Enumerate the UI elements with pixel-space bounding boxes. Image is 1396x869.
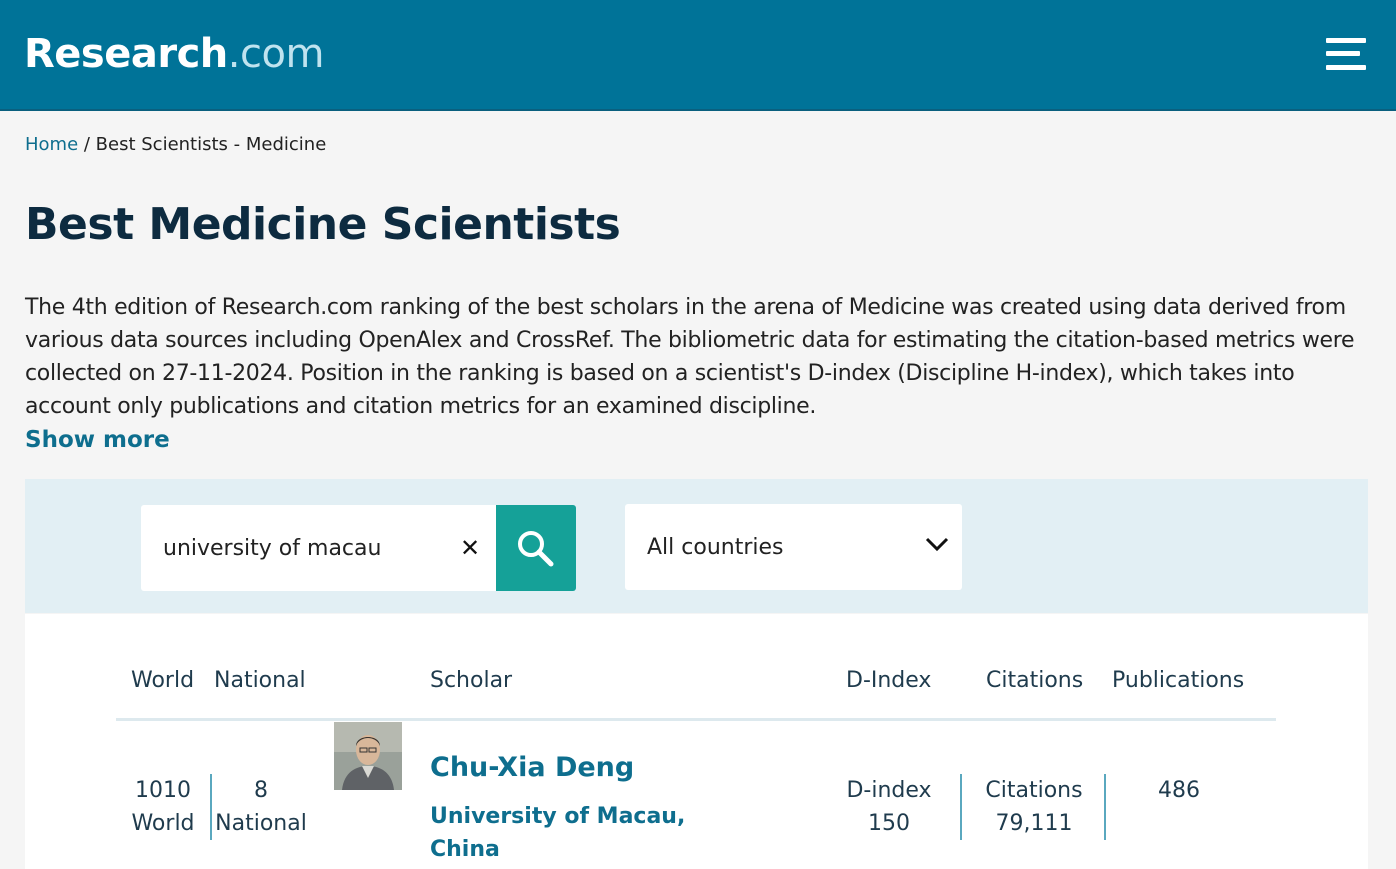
page-title: Best Medicine Scientists — [25, 199, 621, 250]
citations-value: 79,111 — [995, 811, 1073, 836]
search-box: ✕ — [141, 505, 497, 591]
header-divider — [116, 718, 1276, 721]
top-header: Research.com — [0, 0, 1396, 111]
col-header-world[interactable]: World — [131, 666, 194, 696]
breadcrumb-home-link[interactable]: Home — [25, 134, 78, 155]
column-divider — [960, 774, 962, 840]
menu-bar — [1326, 38, 1366, 43]
breadcrumb: Home / Best Scientists - Medicine — [25, 133, 326, 157]
menu-bar — [1326, 51, 1360, 56]
dindex-label: D-index — [846, 778, 932, 803]
col-header-scholar: Scholar — [430, 668, 513, 693]
filter-panel: ✕ All countries — [25, 479, 1368, 613]
national-rank-cell: 8 National — [213, 774, 309, 840]
col-header-publications[interactable]: Publications — [1112, 666, 1244, 696]
scholar-photo — [334, 722, 402, 790]
breadcrumb-current: Best Scientists - Medicine — [95, 134, 327, 155]
publications-cell: 486 — [1119, 774, 1239, 807]
scholar-affiliation: University of Macau, China — [430, 804, 686, 862]
results-table: World National Scholar D-Index Citations… — [25, 614, 1368, 869]
logo-domain-text: .com — [227, 31, 325, 77]
column-divider — [1104, 774, 1106, 840]
publications-value: 486 — [1158, 778, 1200, 803]
world-rank-label: World — [131, 811, 195, 836]
logo-main-text: Research — [24, 31, 228, 77]
breadcrumb-separator: / — [78, 134, 96, 155]
site-logo[interactable]: Research.com — [24, 30, 324, 78]
country-select[interactable]: All countries — [625, 504, 962, 590]
magnifier-icon — [518, 531, 554, 567]
col-header-citations[interactable]: Citations — [986, 666, 1083, 696]
menu-bar — [1326, 65, 1366, 70]
show-more-link[interactable]: Show more — [25, 424, 170, 456]
dindex-value: 150 — [868, 811, 910, 836]
national-rank-label: National — [215, 811, 307, 836]
intro-paragraph: The 4th edition of Research.com ranking … — [25, 295, 1355, 419]
dindex-cell: D-index 150 — [831, 774, 947, 840]
col-header-national[interactable]: National — [214, 666, 306, 696]
scholar-avatar[interactable] — [334, 722, 402, 790]
column-divider — [210, 774, 212, 840]
national-rank: 8 — [254, 778, 268, 803]
search-input[interactable] — [163, 532, 443, 564]
world-rank: 1010 — [135, 778, 191, 803]
scholar-name-link[interactable]: Chu-Xia Deng — [430, 750, 634, 786]
clear-search-icon[interactable]: ✕ — [455, 533, 485, 563]
citations-label: Citations — [985, 778, 1083, 803]
country-select-value: All countries — [647, 535, 784, 560]
col-header-dindex[interactable]: D-Index — [846, 666, 931, 696]
world-rank-cell: 1010 World — [121, 774, 205, 840]
chevron-down-icon — [925, 537, 949, 552]
hamburger-menu-icon[interactable] — [1326, 36, 1368, 72]
citations-cell: Citations 79,111 — [972, 774, 1096, 840]
search-button[interactable] — [496, 505, 576, 591]
